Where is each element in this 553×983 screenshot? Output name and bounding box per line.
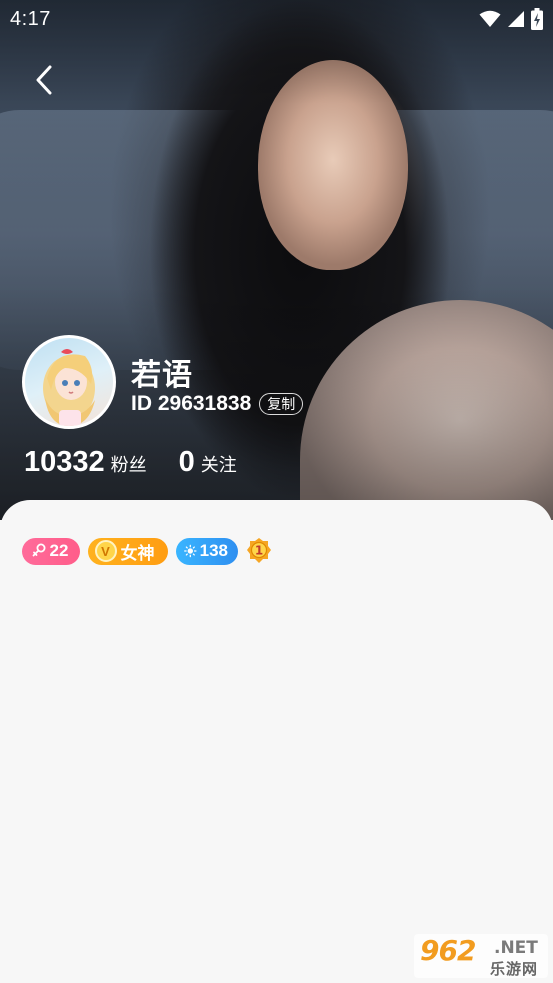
rank-number: 1 (255, 544, 263, 558)
following-label: 关注 (200, 455, 237, 475)
status-icons (479, 8, 543, 30)
following-stat[interactable]: 0 关注 (179, 446, 237, 479)
back-button[interactable] (26, 60, 62, 100)
user-id-row: ID 29631838 复制 (131, 392, 304, 416)
watermark-subtitle: 乐游网 (490, 961, 539, 978)
followers-count: 10332 (24, 446, 105, 478)
profile-stats: 10332 粉丝 0 关注 (24, 446, 269, 479)
badge-row: 22 V 女神 138 1 (22, 537, 272, 565)
following-count: 0 (178, 446, 195, 478)
vip-coin-icon: V (94, 540, 117, 562)
vip-badge: V 女神 (88, 537, 168, 565)
female-symbol-icon (32, 543, 46, 557)
rank-medal-icon: 1 (247, 538, 271, 563)
status-time: 4:17 (10, 7, 51, 30)
profile-content-sheet: 22 V 女神 138 1 (0, 500, 553, 983)
avatar[interactable] (22, 335, 116, 429)
chevron-left-icon (36, 65, 52, 95)
followers-stat[interactable]: 10332 粉丝 (24, 446, 147, 479)
watermark-logo: 962 (420, 934, 476, 967)
sun-icon (184, 544, 197, 558)
wifi-icon (479, 10, 501, 27)
battery-charging-icon (531, 8, 543, 30)
site-watermark: 962 .NET 乐游网 (414, 934, 548, 978)
gender-age-badge: 22 (22, 537, 80, 565)
watermark-domain: .NET (494, 938, 538, 958)
level-badge: 138 (176, 537, 238, 565)
status-bar: 4:17 (0, 0, 553, 38)
copy-id-button[interactable]: 复制 (259, 393, 304, 415)
avatar-illustration (43, 349, 95, 426)
level-value: 138 (199, 541, 228, 560)
vip-label: 女神 (120, 543, 155, 563)
user-id: ID 29631838 (131, 392, 252, 415)
followers-label: 粉丝 (110, 455, 147, 475)
nickname: 若语 (131, 359, 193, 392)
signal-icon (508, 11, 524, 27)
profile-cover-photo (0, 0, 553, 520)
cover-photo-shade (0, 0, 553, 520)
age-value: 22 (49, 541, 69, 560)
